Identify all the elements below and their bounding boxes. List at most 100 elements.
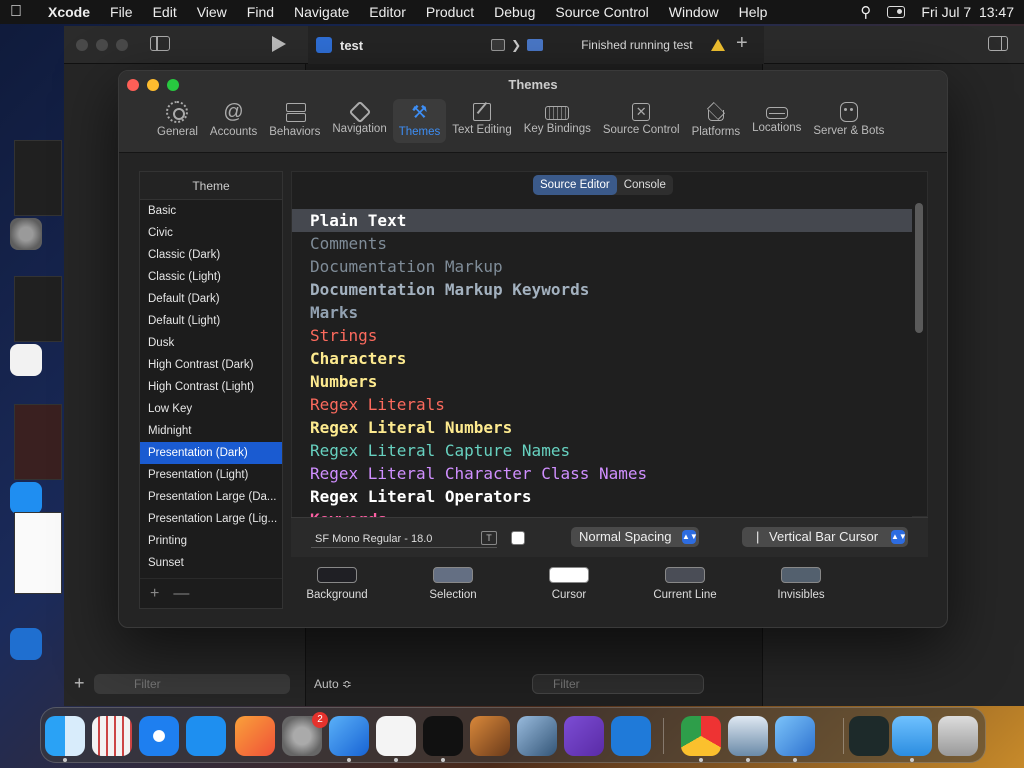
syntax-item[interactable]: Regex Literal Numbers <box>292 416 912 439</box>
apple-menu-icon[interactable]:  <box>10 3 32 21</box>
menu-app-name[interactable]: Xcode <box>48 4 90 20</box>
tab-platforms[interactable]: Platforms <box>686 99 747 143</box>
swatch-cursor[interactable]: Cursor <box>535 567 603 601</box>
current-line-color-well[interactable] <box>665 567 705 583</box>
system-settings-icon[interactable]: 2 <box>282 712 328 756</box>
syntax-item[interactable]: Plain Text <box>292 209 912 232</box>
downloads-folder-icon[interactable] <box>892 716 932 756</box>
menu-find[interactable]: Find <box>247 4 274 20</box>
selection-color-well[interactable] <box>433 567 473 583</box>
theme-item[interactable]: Presentation (Light) <box>140 464 282 486</box>
syntax-item[interactable]: Comments <box>292 232 912 255</box>
spotlight-search-icon[interactable]: ⚲ <box>860 3 871 21</box>
control-center-icon[interactable] <box>887 6 906 18</box>
theme-item[interactable]: Default (Dark) <box>140 288 282 310</box>
line-spacing-popup[interactable]: Normal Spacing ▲▼ <box>571 527 699 547</box>
safari-icon[interactable] <box>139 716 179 756</box>
menu-clock[interactable]: Fri Jul 7 13:47 <box>921 4 1014 20</box>
finder-icon[interactable] <box>45 716 85 756</box>
menu-edit[interactable]: Edit <box>153 4 177 20</box>
font-picker-button[interactable]: T <box>481 531 497 545</box>
xcode-close-button[interactable] <box>76 39 88 51</box>
theme-item[interactable]: Presentation Large (Da... <box>140 486 282 508</box>
tab-source-control[interactable]: ✕ Source Control <box>597 99 686 143</box>
syntax-item[interactable]: Documentation Markup Keywords <box>292 278 912 301</box>
menu-source-control[interactable]: Source Control <box>555 4 648 20</box>
menu-window[interactable]: Window <box>669 4 719 20</box>
syntax-item[interactable]: Marks <box>292 301 912 324</box>
tab-locations[interactable]: Locations <box>746 99 807 143</box>
theme-item[interactable]: High Contrast (Light) <box>140 376 282 398</box>
trash-icon[interactable] <box>938 716 978 756</box>
swatch-invisibles[interactable]: Invisibles <box>767 567 835 601</box>
console-filter-input[interactable]: Filter <box>532 674 704 694</box>
preview-scrollbar[interactable] <box>915 203 923 333</box>
app-store-icon[interactable] <box>186 716 226 756</box>
tab-text-editing[interactable]: Text Editing <box>446 99 517 143</box>
font-field[interactable]: SF Mono Regular - 18.0 T <box>311 530 497 548</box>
syntax-item[interactable]: Numbers <box>292 370 912 393</box>
navigator-toggle-icon[interactable] <box>150 36 170 51</box>
syntax-item[interactable]: Regex Literal Operators <box>292 485 912 508</box>
cursor-color-well[interactable] <box>549 567 589 583</box>
xcode-tab-title[interactable]: test <box>340 38 363 53</box>
add-tab-icon[interactable]: + <box>736 32 748 55</box>
menu-view[interactable]: View <box>197 4 227 20</box>
tab-navigation[interactable]: Navigation <box>326 99 392 143</box>
preview-icon[interactable] <box>728 716 768 756</box>
vscode-icon[interactable] <box>611 716 651 756</box>
theme-item[interactable]: Basic <box>140 200 282 222</box>
theme-item[interactable]: Classic (Dark) <box>140 244 282 266</box>
warning-icon[interactable] <box>710 39 725 51</box>
terminal-icon[interactable] <box>423 716 463 756</box>
swatch-selection[interactable]: Selection <box>419 567 487 601</box>
tab-accounts[interactable]: @ Accounts <box>204 99 263 143</box>
theme-item[interactable]: Low Key <box>140 398 282 420</box>
syntax-item[interactable]: Regex Literal Character Class Names <box>292 462 912 485</box>
tab-general[interactable]: General <box>151 99 204 143</box>
auto-variables-selector[interactable]: Auto ≎ <box>314 677 352 691</box>
xcode-icon[interactable] <box>329 716 369 756</box>
theme-item[interactable]: Civic <box>140 222 282 244</box>
segment-console[interactable]: Console <box>617 175 673 195</box>
theme-item[interactable]: Default (Light) <box>140 310 282 332</box>
theme-item[interactable]: Printing <box>140 530 282 552</box>
add-file-icon[interactable]: + <box>74 673 85 694</box>
xcode-zoom-button[interactable] <box>116 39 128 51</box>
menu-debug[interactable]: Debug <box>494 4 535 20</box>
segment-source-editor[interactable]: Source Editor <box>533 175 617 195</box>
syntax-item[interactable]: Strings <box>292 324 912 347</box>
chrome-icon[interactable] <box>681 716 721 756</box>
swatch-background[interactable]: Background <box>303 567 371 601</box>
theme-item[interactable]: Presentation Large (Lig... <box>140 508 282 530</box>
tab-server-bots[interactable]: Server & Bots <box>807 99 890 143</box>
background-color-well[interactable] <box>317 567 357 583</box>
theme-item[interactable]: Dusk <box>140 332 282 354</box>
scheme-selector[interactable]: ❯ <box>491 38 544 52</box>
swift-playgrounds-icon[interactable] <box>235 716 275 756</box>
create-ml-icon[interactable] <box>517 716 557 756</box>
theme-item-selected[interactable]: Presentation (Dark) <box>140 442 282 464</box>
tab-themes[interactable]: ⚒ Themes <box>392 99 447 143</box>
menu-product[interactable]: Product <box>426 4 474 20</box>
theme-item[interactable]: Classic (Light) <box>140 266 282 288</box>
theme-item[interactable]: High Contrast (Dark) <box>140 354 282 376</box>
menu-file[interactable]: File <box>110 4 133 20</box>
tab-behaviors[interactable]: Behaviors <box>263 99 326 143</box>
syntax-item[interactable]: Characters <box>292 347 912 370</box>
launchpad-icon[interactable] <box>92 716 132 756</box>
run-icon[interactable] <box>272 36 286 52</box>
tab-key-bindings[interactable]: Key Bindings <box>518 99 597 143</box>
visual-studio-icon[interactable] <box>564 716 604 756</box>
theme-item[interactable]: Midnight <box>140 420 282 442</box>
xcode-beta-icon[interactable] <box>775 716 815 756</box>
syntax-item[interactable]: Keywords <box>292 508 912 517</box>
syntax-item[interactable]: Regex Literals <box>292 393 912 416</box>
syntax-item[interactable]: Regex Literal Capture Names <box>292 439 912 462</box>
swatch-current-line[interactable]: Current Line <box>645 567 725 601</box>
inspector-toggle-icon[interactable] <box>988 36 1008 51</box>
navigator-filter-input[interactable]: Filter <box>94 674 290 694</box>
menu-editor[interactable]: Editor <box>369 4 406 20</box>
cursor-style-popup[interactable]: | Vertical Bar Cursor ▲▼ <box>742 527 908 547</box>
syntax-item[interactable]: Documentation Markup <box>292 255 912 278</box>
